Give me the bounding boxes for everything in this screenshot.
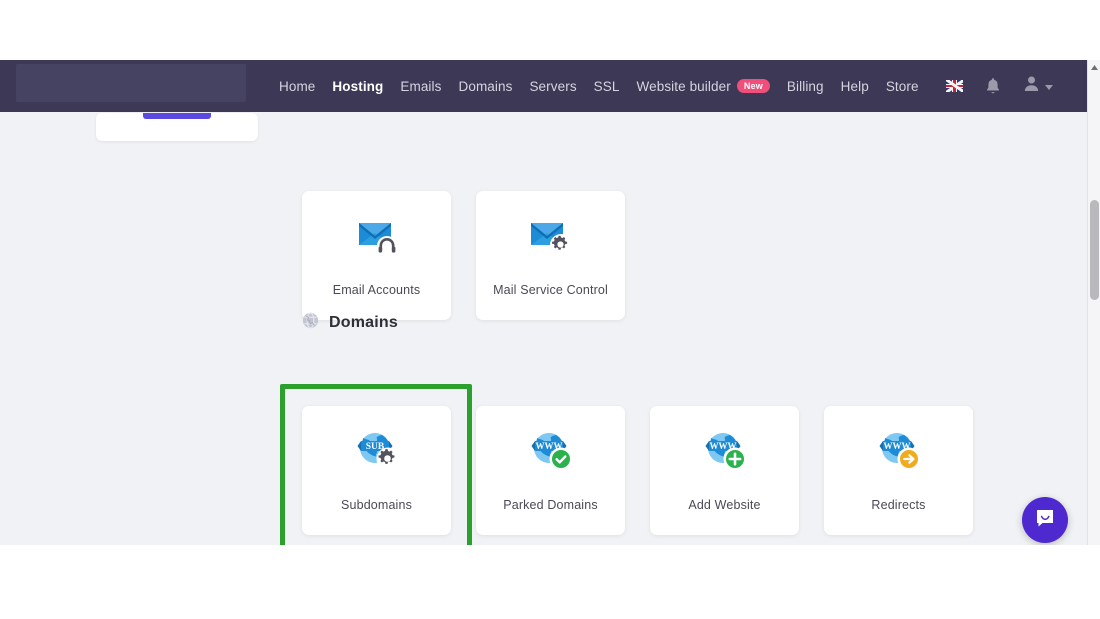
nav-right-icons	[946, 60, 1053, 112]
partial-top-card[interactable]	[96, 113, 258, 141]
user-avatar-icon	[1023, 75, 1040, 97]
chat-bubble-icon	[1033, 506, 1057, 535]
chat-launcher-button[interactable]	[1022, 497, 1068, 543]
nav-item-domains[interactable]: Domains	[458, 79, 512, 94]
nav-label-billing: Billing	[786, 78, 824, 94]
uk-flag-icon[interactable]	[946, 80, 963, 92]
nav-label-servers: Servers	[529, 78, 577, 94]
globe-icon	[302, 312, 319, 334]
tile-label-email-accounts: Email Accounts	[332, 283, 421, 297]
email-tiles-row: Email Accounts Mail Service Control	[302, 191, 625, 320]
tile-mail-service-control[interactable]: Mail Service Control	[476, 191, 625, 320]
page-content: Email Accounts Mail Service Control Doma…	[0, 112, 1087, 545]
nav-item-servers[interactable]: Servers	[529, 79, 576, 94]
tile-label-mail-service-control: Mail Service Control	[493, 283, 608, 297]
domains-section-heading: Domains	[302, 312, 398, 334]
nav-label-emails: Emails	[400, 78, 442, 94]
nav-item-emails[interactable]: Emails	[400, 79, 441, 94]
nav-label-hosting: Hosting	[332, 78, 384, 94]
nav-item-website-builder[interactable]: Website builder New	[637, 79, 770, 94]
chevron-down-icon	[1045, 77, 1053, 95]
tile-label-subdomains: Subdomains	[341, 498, 412, 512]
nav-item-store[interactable]: Store	[886, 79, 919, 94]
tile-email-accounts[interactable]: Email Accounts	[302, 191, 451, 320]
domains-tiles-row: SUB Subdomains WWW Parked Domains WWW Ad…	[302, 406, 973, 535]
caret-up-icon[interactable]	[1088, 60, 1100, 74]
nav-label-help: Help	[840, 78, 869, 94]
tile-label-add-website: Add Website	[688, 498, 761, 512]
bell-icon[interactable]	[985, 77, 1001, 95]
browser-viewport: Home Hosting Emails Domains Servers SSL …	[0, 60, 1100, 545]
globe-www-arrow-icon: WWW	[871, 424, 927, 476]
tile-subdomains[interactable]: SUB Subdomains	[302, 406, 451, 535]
nav-item-hosting[interactable]: Hosting	[332, 79, 383, 94]
nav-label-domains: Domains	[458, 78, 513, 94]
nav-label-home: Home	[279, 78, 316, 94]
tile-redirects[interactable]: WWW Redirects	[824, 406, 973, 535]
scroll-thumb[interactable]	[1089, 200, 1099, 300]
nav-label-ssl: SSL	[593, 78, 620, 94]
card-accent-bar	[143, 113, 211, 119]
globe-sub-gear-icon: SUB	[349, 424, 405, 476]
new-badge: New	[736, 79, 770, 93]
nav-item-home[interactable]: Home	[279, 79, 315, 94]
logo-placeholder[interactable]	[16, 64, 246, 102]
vertical-scrollbar[interactable]	[1087, 60, 1100, 545]
account-menu[interactable]	[1023, 75, 1053, 97]
nav-item-ssl[interactable]: SSL	[594, 79, 620, 94]
envelope-gear-icon	[523, 209, 579, 261]
top-navigation-bar: Home Hosting Emails Domains Servers SSL …	[0, 60, 1087, 112]
nav-item-help[interactable]: Help	[841, 79, 869, 94]
tile-parked-domains[interactable]: WWW Parked Domains	[476, 406, 625, 535]
nav-label-store: Store	[885, 78, 919, 94]
nav-item-billing[interactable]: Billing	[787, 79, 824, 94]
domains-heading-text: Domains	[329, 314, 398, 331]
tile-add-website[interactable]: WWW Add Website	[650, 406, 799, 535]
envelope-headset-icon	[349, 209, 405, 261]
globe-www-plus-icon: WWW	[697, 424, 753, 476]
tile-label-parked-domains: Parked Domains	[503, 498, 598, 512]
nav-label-website-builder: Website builder	[636, 78, 731, 94]
nav-links: Home Hosting Emails Domains Servers SSL …	[279, 60, 919, 112]
tile-label-redirects: Redirects	[871, 498, 926, 512]
globe-www-check-icon: WWW	[523, 424, 579, 476]
